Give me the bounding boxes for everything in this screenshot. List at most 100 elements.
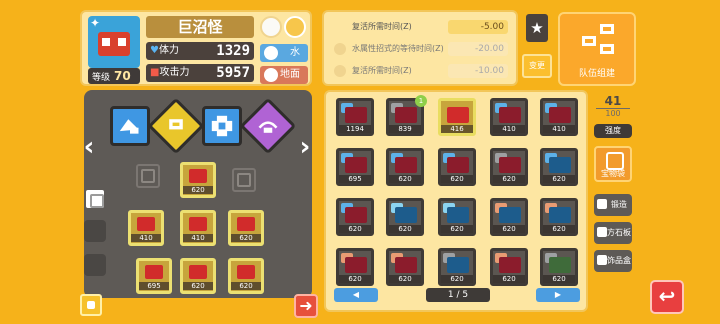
treasure-pouch-button[interactable]: 宝物袋 (594, 146, 632, 182)
formation-slot[interactable]: 695 (136, 258, 172, 294)
mon-body (395, 207, 417, 223)
mon-body (447, 257, 469, 273)
box-cell[interactable]: 620 (438, 148, 476, 186)
settings-gear-icon[interactable] (260, 16, 282, 38)
water-skill-icon (119, 119, 139, 134)
box-cell[interactable]: 620 (490, 248, 528, 286)
skill-slot-water[interactable] (110, 106, 150, 146)
box-cell[interactable]: 695 (336, 148, 374, 186)
gem-icon (145, 265, 163, 279)
mon-body (549, 157, 571, 173)
search-icon[interactable] (284, 16, 306, 38)
wave-skill-icon (258, 121, 278, 133)
pokemon-info-card: ✦ 等级 70 巨沼怪 ♥体力 1329 ■攻击力 5957 水 地面 (80, 10, 312, 86)
gem-icon (189, 169, 207, 183)
pokemon-name: 巨沼怪 (146, 16, 254, 38)
pokemon-portrait[interactable]: ✦ (88, 16, 140, 68)
favorite-star-button[interactable]: ★ (526, 14, 548, 42)
heart-slot-icon (141, 169, 155, 183)
page-indicator: 1 / 5 (426, 288, 490, 302)
apply-button[interactable]: 变更 (522, 54, 552, 78)
formation-slot[interactable]: 620 (228, 210, 264, 246)
skill-slot-blue[interactable] (202, 106, 242, 146)
gem-icon (189, 217, 207, 231)
bonus-row: 复活所需时间(Z) -5.00 (330, 16, 510, 38)
prev-pokemon-arrow[interactable]: ‹ (80, 132, 98, 162)
box-cell[interactable]: 620 (540, 198, 578, 236)
pouch-label: 宝物袋 (601, 169, 625, 178)
team-build-button[interactable]: 队伍组建 (558, 12, 636, 86)
mon-body (549, 257, 571, 273)
box-cell[interactable]: 620 (438, 248, 476, 286)
box-cell[interactable]: 620 (386, 148, 424, 186)
box-cell[interactable]: 620 (438, 198, 476, 236)
mon-body (549, 207, 571, 223)
box-pager: ◀ 1 / 5 ▶ (326, 288, 590, 304)
box-cell[interactable]: 620 (386, 198, 424, 236)
type-tag-ground: 地面 (260, 66, 308, 84)
formation-slot-empty[interactable] (136, 164, 160, 188)
formation-slot[interactable]: 410 (180, 210, 216, 246)
gem-icon (237, 217, 255, 231)
box-cell[interactable]: 620 (386, 248, 424, 286)
hp-stat: ♥体力 1329 (146, 42, 254, 60)
box-cell[interactable]: 620 (336, 198, 374, 236)
box-count: 41 100 (596, 94, 630, 118)
box-cell[interactable]: 410 (490, 98, 528, 136)
formation-slot[interactable]: 410 (128, 210, 164, 246)
box-cell[interactable]: 620 (336, 248, 374, 286)
skill-slot-purple[interactable] (239, 97, 297, 155)
gem-icon (137, 217, 155, 231)
stone-tablet-button[interactable]: 方石板 (594, 222, 632, 244)
type-tag-water: 水 (260, 44, 308, 62)
prev-page-button[interactable]: ◀ (334, 288, 378, 302)
revive-bonus-icon (334, 65, 346, 77)
hammer-icon (597, 199, 607, 209)
gem-icon (237, 265, 255, 279)
slot-placeholder-icon (237, 173, 251, 187)
box-cell[interactable]: 620 (540, 148, 578, 186)
hp-value: 1329 (216, 43, 250, 59)
side-tab-1[interactable] (84, 188, 106, 210)
back-button[interactable]: ↩ (650, 280, 684, 314)
level-badge: 等级 70 (88, 68, 140, 84)
box-count-current: 41 (604, 94, 622, 108)
formation-slot[interactable]: 620 (228, 258, 264, 294)
strength-sort-button[interactable]: 强度 (594, 124, 632, 138)
formation-slot-empty[interactable] (232, 168, 256, 192)
portrait-eye-left (102, 38, 110, 46)
box-cell[interactable]: 410 (540, 98, 578, 136)
box-cell[interactable]: 1194 (336, 98, 374, 136)
box-cell[interactable]: 620 (490, 198, 528, 236)
mon-body (345, 207, 367, 223)
mon-body (499, 207, 521, 223)
box-cell-selected[interactable]: 416 (438, 98, 476, 136)
formation-slot[interactable]: 620 (180, 258, 216, 294)
next-pokemon-arrow[interactable]: › (296, 132, 314, 162)
team-icon (582, 24, 614, 54)
side-tab-3[interactable] (84, 254, 106, 276)
heart-icon: ♥ (150, 45, 159, 56)
mon-body (395, 257, 417, 273)
bonus-panel: 复活所需时间(Z) -5.00 水属性招式的等待时间(Z) -20.00 复活所需时… (322, 10, 518, 86)
share-button[interactable] (80, 294, 102, 316)
formation-slot[interactable]: 620 (180, 162, 216, 198)
skill-slot-yellow[interactable] (147, 97, 205, 155)
bonus-row: 水属性招式的等待时间(Z) -20.00 (330, 38, 510, 60)
box-cell[interactable]: 620 (540, 248, 578, 286)
mon-body (345, 107, 367, 123)
mon-body (499, 257, 521, 273)
mon-body (395, 157, 417, 173)
side-tab-2[interactable] (84, 220, 106, 242)
box-cell[interactable]: 620 (490, 148, 528, 186)
craft-button[interactable]: 锻造 (594, 194, 632, 216)
box-cell[interactable]: 839 1 (386, 95, 427, 136)
next-page-button[interactable]: ▶ (536, 288, 580, 302)
item-box-button[interactable]: 饰品盒 (594, 250, 632, 272)
mon-body (395, 107, 417, 123)
star-icon: ✦ (90, 16, 101, 30)
mon-body (447, 157, 469, 173)
mon-body (499, 107, 521, 123)
forward-button[interactable]: ➜ (294, 294, 318, 318)
bonus-icon (334, 21, 346, 33)
